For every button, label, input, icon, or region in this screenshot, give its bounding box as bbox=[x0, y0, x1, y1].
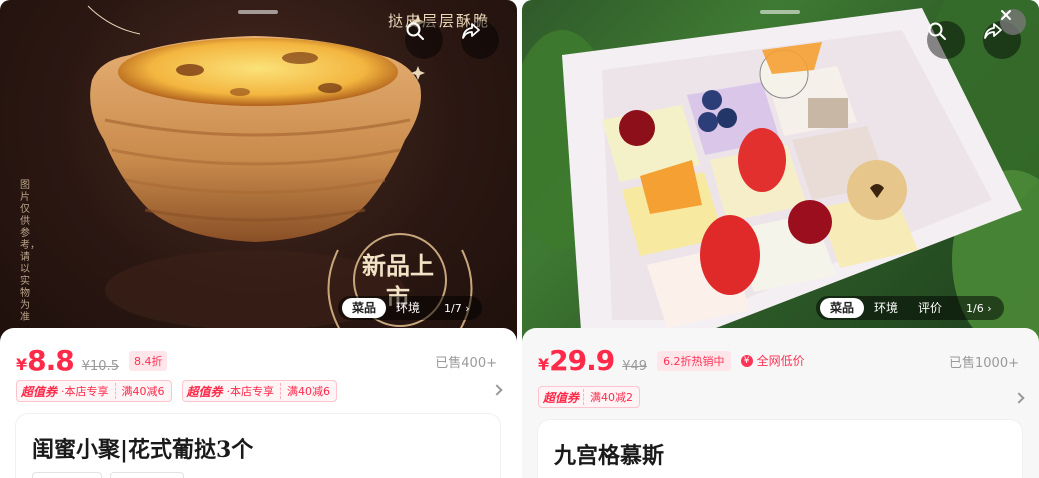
coupon-scope: ·本店专享 bbox=[61, 385, 109, 398]
tab-dishes[interactable]: 菜品 bbox=[820, 298, 865, 318]
original-price: ¥10.5 bbox=[81, 359, 119, 374]
price-row: ¥ 29.9 ¥49 6.2折热销中 ¥ 全网低价 bbox=[538, 344, 805, 377]
coupon-list: 超值券 ·本店专享 满40减6 超值券 ·本店专享 满40减6 bbox=[16, 380, 338, 402]
current-price: 29.9 bbox=[549, 344, 615, 377]
search-button[interactable] bbox=[405, 21, 443, 59]
title-tag-placeholder bbox=[110, 472, 184, 478]
product-panel-left: 挞皮层层酥脆 图片仅供参考，请以实物为准 新品上市 菜品 环境 1/7 › ¥ … bbox=[0, 0, 517, 478]
image-tabs: 菜品 环境 评价 1/6 › bbox=[816, 296, 1004, 320]
title-card: 九宫格慕斯 bbox=[538, 420, 1022, 478]
product-info-card: ¥ 8.8 ¥10.5 8.4折 已售400+ 超值券 ·本店专享 满40减6 … bbox=[0, 328, 517, 478]
mousse-box-illustration bbox=[522, 0, 1039, 345]
coupon-item[interactable]: 超值券 满40减2 bbox=[538, 386, 641, 408]
current-price: 8.8 bbox=[27, 344, 75, 377]
coupon-list: 超值券 满40减2 bbox=[538, 386, 641, 408]
image-tabs: 菜品 环境 1/7 › bbox=[338, 296, 482, 320]
original-price: ¥49 bbox=[622, 359, 648, 374]
image-disclaimer: 图片仅供参考，请以实物为准 bbox=[20, 180, 40, 323]
coupon-item[interactable]: 超值券 ·本店专享 满40减6 bbox=[16, 380, 172, 402]
coupon-scope: ·本店专享 bbox=[226, 385, 275, 398]
search-icon bbox=[928, 22, 946, 40]
product-image-egg-tart[interactable]: 挞皮层层酥脆 图片仅供参考，请以实物为准 新品上市 菜品 环境 1/7 › bbox=[0, 0, 517, 345]
close-button[interactable] bbox=[1000, 9, 1026, 35]
search-icon bbox=[406, 22, 424, 40]
share-button[interactable] bbox=[461, 21, 499, 59]
title-card: 闺蜜小聚|花式葡挞3个 bbox=[16, 414, 500, 478]
sold-count: 已售1000+ bbox=[949, 356, 1019, 371]
chevron-right-icon[interactable] bbox=[491, 384, 503, 396]
coupon-brand: 超值券 bbox=[186, 384, 223, 399]
coupon-brand: 超值券 bbox=[543, 390, 580, 405]
lowest-price-label: ¥ 全网低价 bbox=[740, 352, 805, 369]
tab-reviews[interactable]: 评价 bbox=[908, 298, 952, 318]
close-icon bbox=[1001, 10, 1011, 20]
image-counter[interactable]: 1/7 › bbox=[430, 302, 478, 315]
image-counter[interactable]: 1/6 › bbox=[952, 302, 1000, 315]
coupon-brand: 超值券 bbox=[21, 384, 58, 399]
sold-count: 已售400+ bbox=[435, 356, 497, 371]
title-tag-placeholder bbox=[32, 472, 102, 478]
price-row: ¥ 8.8 ¥10.5 8.4折 bbox=[16, 344, 168, 377]
tab-environment[interactable]: 环境 bbox=[386, 298, 430, 318]
search-button[interactable] bbox=[927, 21, 965, 59]
product-title: 九宫格慕斯 bbox=[554, 443, 665, 469]
product-image-mousse[interactable]: 菜品 环境 评价 1/6 › bbox=[522, 0, 1039, 345]
discount-badge: 8.4折 bbox=[128, 350, 168, 371]
hot-sale-badge: 6.2折热销中 bbox=[657, 350, 731, 371]
currency-symbol: ¥ bbox=[16, 355, 28, 374]
product-info-card: ¥ 29.9 ¥49 6.2折热销中 ¥ 全网低价 已售1000+ 超值券 满4… bbox=[522, 328, 1039, 478]
tab-dishes[interactable]: 菜品 bbox=[342, 298, 387, 318]
currency-symbol: ¥ bbox=[538, 355, 550, 374]
coupon-amount: 满40减6 bbox=[280, 383, 336, 399]
product-panel-right: 菜品 环境 评价 1/6 › ¥ 29.9 ¥49 6.2折热销中 ¥ 全网低价… bbox=[522, 0, 1039, 478]
price-tag-icon: ¥ bbox=[740, 354, 753, 367]
coupon-item[interactable]: 超值券 ·本店专享 满40减6 bbox=[181, 380, 338, 402]
chevron-right-icon[interactable] bbox=[1013, 392, 1025, 404]
share-icon bbox=[462, 23, 480, 39]
coupon-amount: 满40减6 bbox=[114, 383, 171, 399]
egg-tart-illustration bbox=[87, 5, 473, 331]
drag-handle[interactable] bbox=[760, 10, 800, 14]
drag-handle[interactable] bbox=[238, 10, 278, 14]
coupon-amount: 满40减2 bbox=[583, 389, 639, 405]
tab-environment[interactable]: 环境 bbox=[864, 298, 908, 318]
lowest-price-text: 全网低价 bbox=[756, 354, 805, 368]
product-title: 闺蜜小聚|花式葡挞3个 bbox=[32, 437, 254, 463]
